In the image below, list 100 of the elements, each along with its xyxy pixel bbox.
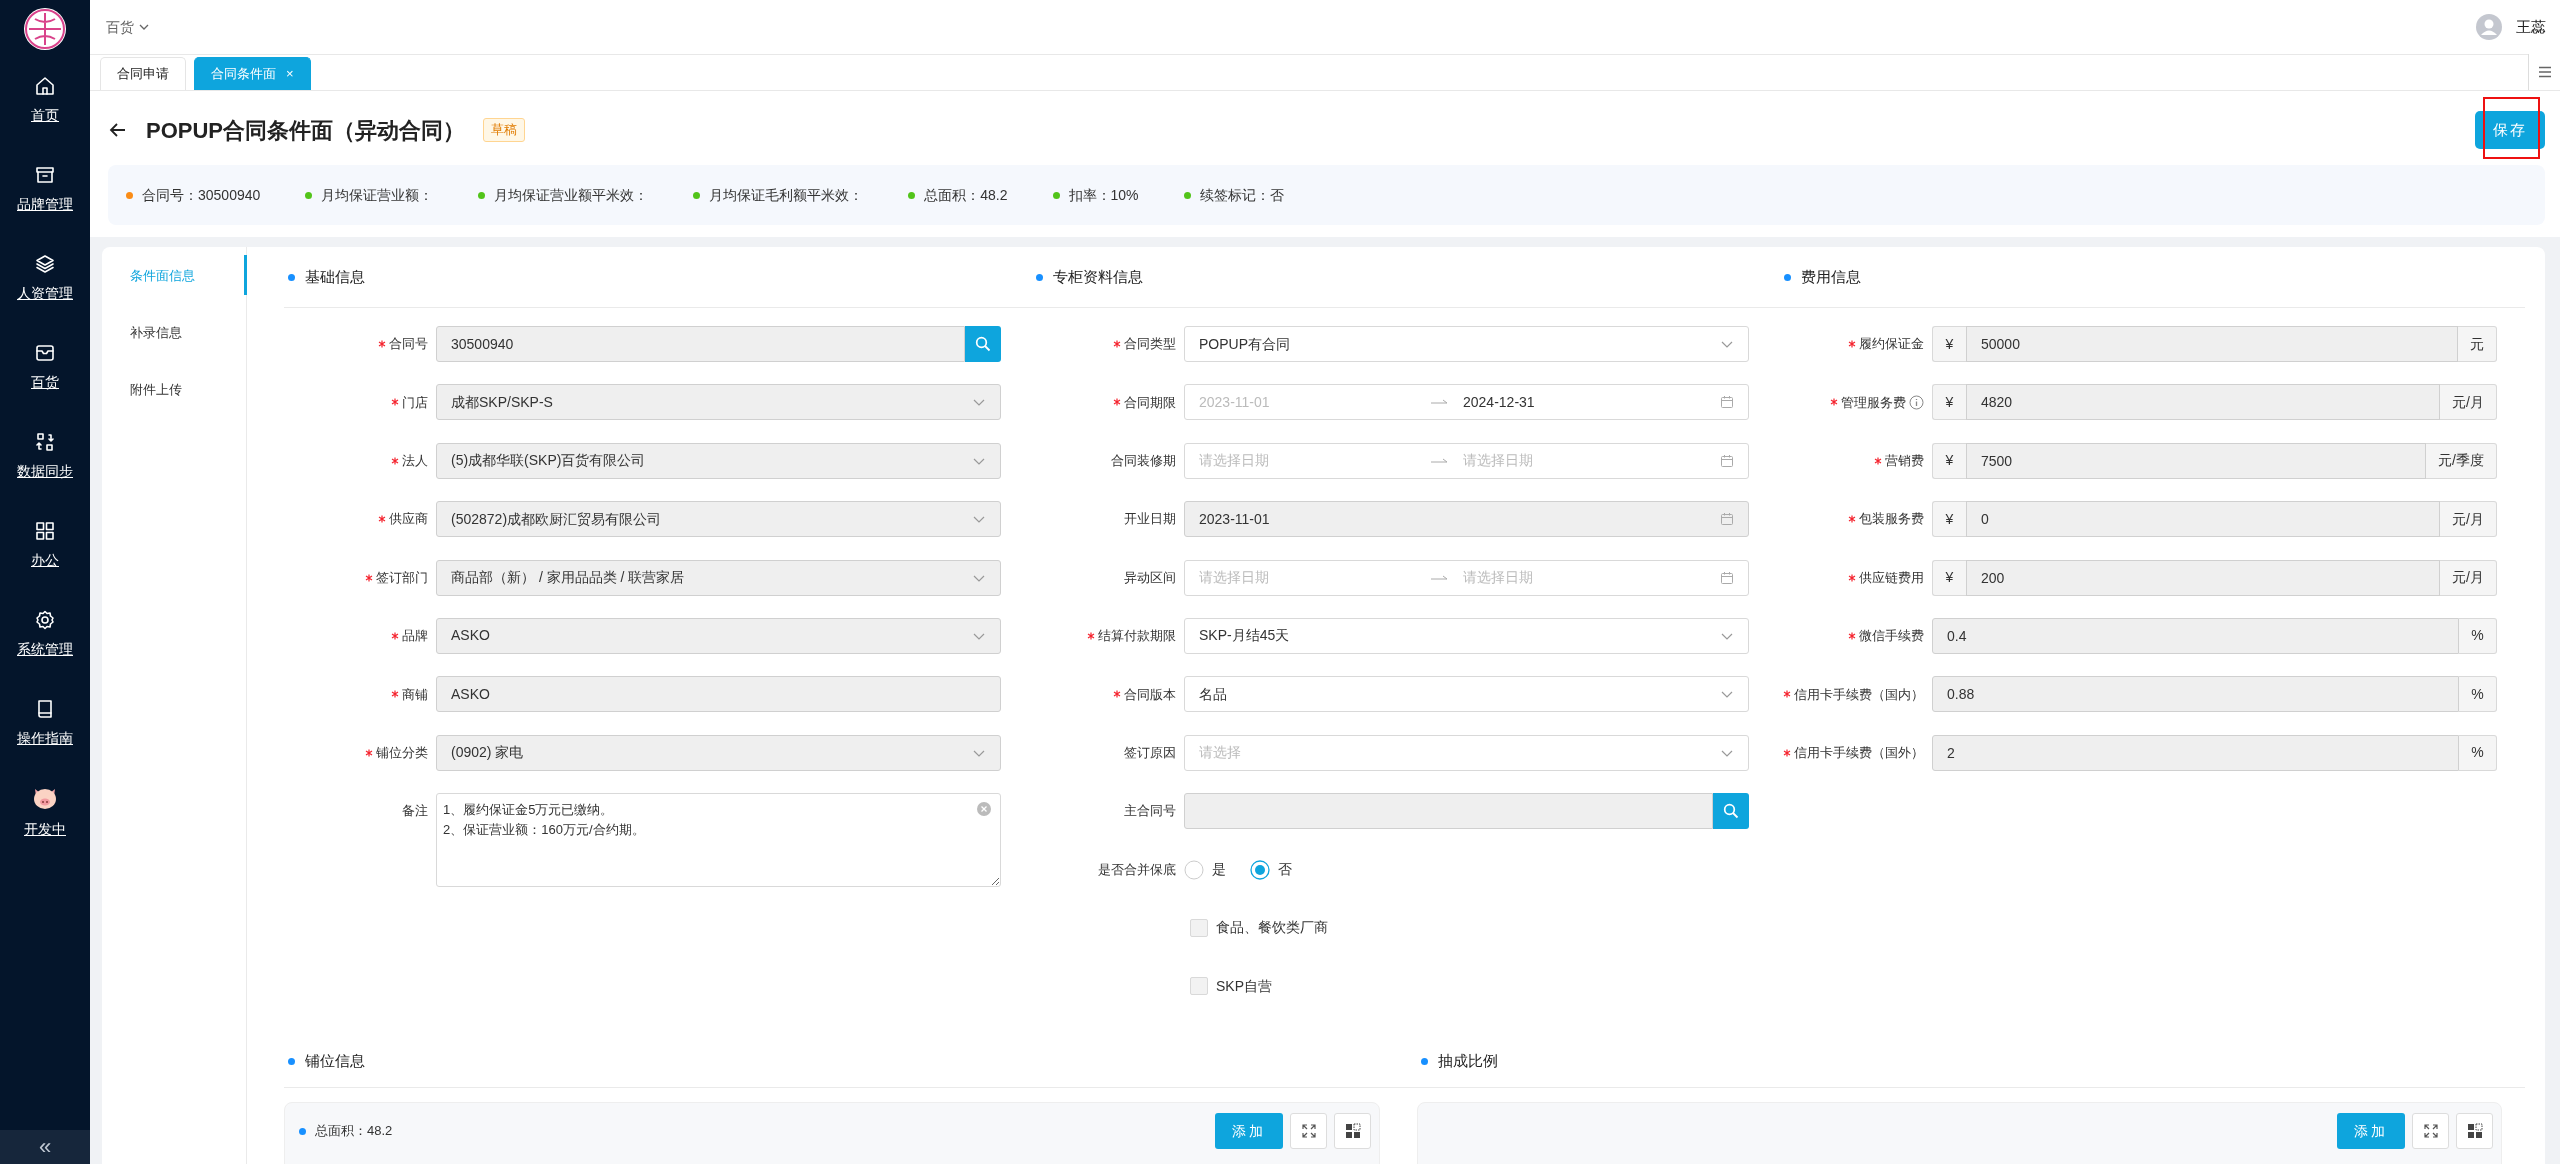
- unit-suffix: 元/月: [2440, 384, 2497, 421]
- field-label: 门店: [402, 393, 428, 412]
- select-field[interactable]: 名品: [1184, 676, 1749, 713]
- menu-icon: [2537, 66, 2552, 78]
- bullet-dot: [1036, 273, 1043, 281]
- nav-item[interactable]: 补录信息: [102, 312, 247, 352]
- radio-icon[interactable]: [1184, 859, 1204, 880]
- clear-icon[interactable]: [977, 802, 991, 817]
- currency-prefix: ¥: [1932, 501, 1966, 538]
- settings-icon: [34, 609, 56, 631]
- avatar-icon[interactable]: [2476, 14, 2502, 40]
- layout-button[interactable]: [1334, 1113, 1371, 1149]
- user-name[interactable]: 王蕊: [2516, 15, 2546, 39]
- currency-prefix: ¥: [1932, 326, 1966, 362]
- section-title: 专柜资料信息: [1053, 266, 1143, 287]
- field-label: 合同类型: [1124, 335, 1176, 354]
- sidebar-item[interactable]: 系统管理: [0, 590, 90, 679]
- unit-suffix: %: [2459, 617, 2497, 654]
- summary-text: 扣率：10%: [1068, 185, 1139, 205]
- field-label: 商铺: [402, 685, 428, 704]
- field-label: 铺位分类: [376, 744, 428, 762]
- search-button[interactable]: [1713, 793, 1749, 830]
- unit-suffix: 元/季度: [2426, 442, 2497, 479]
- unit-suffix: %: [2459, 676, 2497, 713]
- section-title: 基础信息: [305, 266, 365, 287]
- bullet-dot: [288, 1058, 295, 1065]
- radio-icon[interactable]: [1250, 859, 1270, 880]
- currency-prefix: ¥: [1932, 559, 1966, 596]
- tab[interactable]: 合同申请: [100, 57, 186, 90]
- select-field[interactable]: SKP-月结45天: [1184, 617, 1749, 654]
- collapse-button[interactable]: «: [0, 1130, 90, 1164]
- field-label: 是否合并保底: [1098, 860, 1176, 879]
- menu-button[interactable]: [2528, 54, 2560, 90]
- summary-text: 月均保证营业额：: [321, 185, 434, 205]
- unit-suffix: 元: [2458, 326, 2497, 362]
- field-label: 合同版本: [1124, 685, 1176, 704]
- field-label: 合同号: [389, 335, 428, 354]
- text-area[interactable]: 1、履约保证金5万元已缴纳。 2、保证营业额：160万元/合约期。: [436, 793, 1001, 888]
- unit-suffix: 元/月: [2440, 501, 2497, 538]
- layout-icon: [1344, 1123, 1361, 1139]
- field-label: 主合同号: [1124, 802, 1176, 821]
- sidebar-item[interactable]: 人资管理: [0, 234, 90, 323]
- layout-icon: [2466, 1123, 2483, 1139]
- field-label: 结算付款期限: [1098, 627, 1176, 646]
- expand-button[interactable]: [1290, 1113, 1327, 1149]
- section-title: 铺位信息: [305, 1051, 365, 1072]
- field-label: 信用卡手续费（国内）: [1794, 685, 1924, 704]
- calendar-icon: [1720, 512, 1734, 527]
- calendar-icon: [1720, 453, 1734, 468]
- bullet-dot: [299, 1127, 306, 1135]
- field-label: 供应链费用: [1859, 568, 1924, 587]
- bullet-dot: [1784, 273, 1791, 281]
- inbox-icon: [34, 342, 56, 364]
- select-field[interactable]: POPUP有合同: [1184, 326, 1749, 362]
- nav-item[interactable]: 附件上传: [102, 369, 247, 409]
- field-label: 管理服务费: [1841, 393, 1906, 412]
- status-tag: 草稿: [483, 118, 526, 142]
- field-label: 签订原因: [1124, 744, 1176, 762]
- field-label: 合同装修期: [1111, 452, 1176, 471]
- currency-prefix: ¥: [1932, 442, 1966, 479]
- field-label: 信用卡手续费（国外）: [1794, 744, 1924, 762]
- field-label: 营销费: [1885, 452, 1924, 471]
- logo: [23, 7, 67, 51]
- bullet-dot: [288, 273, 295, 281]
- grid-icon: [34, 520, 56, 542]
- summary-text: 月均保证毛利额平米效：: [709, 185, 864, 205]
- expand-icon: [2422, 1123, 2439, 1139]
- summary-text: 总面积：48.2: [924, 185, 1008, 205]
- summary-text: 合同号：30500940: [142, 185, 261, 205]
- field-label: 微信手续费: [1859, 627, 1924, 646]
- page-title: POPUP合同条件面（异动合同）: [146, 116, 466, 145]
- archive-icon: [34, 164, 56, 186]
- unit-suffix: 元/月: [2440, 559, 2497, 596]
- field-label: 签订部门: [376, 568, 428, 587]
- currency-prefix: ¥: [1932, 384, 1966, 421]
- field-label: 开业日期: [1124, 510, 1176, 529]
- layers-icon: [34, 253, 56, 275]
- summary-text: 续签标记：否: [1199, 185, 1284, 205]
- field-label: 合同期限: [1124, 393, 1176, 412]
- store-menu[interactable]: 百货: [100, 15, 156, 39]
- sidebar-item[interactable]: 开发中: [0, 768, 90, 857]
- expand-button[interactable]: [2412, 1113, 2449, 1149]
- layout-button[interactable]: [2456, 1113, 2493, 1149]
- section-title: 费用信息: [1801, 266, 1861, 287]
- search-icon: [975, 336, 991, 352]
- summary-text: 月均保证营业额平米效：: [494, 185, 649, 205]
- search-icon: [1723, 803, 1739, 820]
- radio-option[interactable]: 否: [1250, 851, 1292, 888]
- calendar-icon: [1720, 570, 1734, 585]
- search-button[interactable]: [965, 326, 1001, 362]
- field-label: 异动区间: [1124, 568, 1176, 587]
- section-title: 抽成比例: [1438, 1051, 1498, 1072]
- field-label: 品牌: [402, 627, 428, 646]
- bullet-dot: [1421, 1058, 1428, 1065]
- radio-option[interactable]: 是: [1184, 851, 1226, 888]
- field-label: 供应商: [389, 510, 428, 529]
- sync-icon: [34, 431, 56, 453]
- unit-suffix: %: [2459, 734, 2497, 771]
- field-label: 履约保证金: [1859, 335, 1924, 354]
- field-label: 备注: [402, 802, 428, 821]
